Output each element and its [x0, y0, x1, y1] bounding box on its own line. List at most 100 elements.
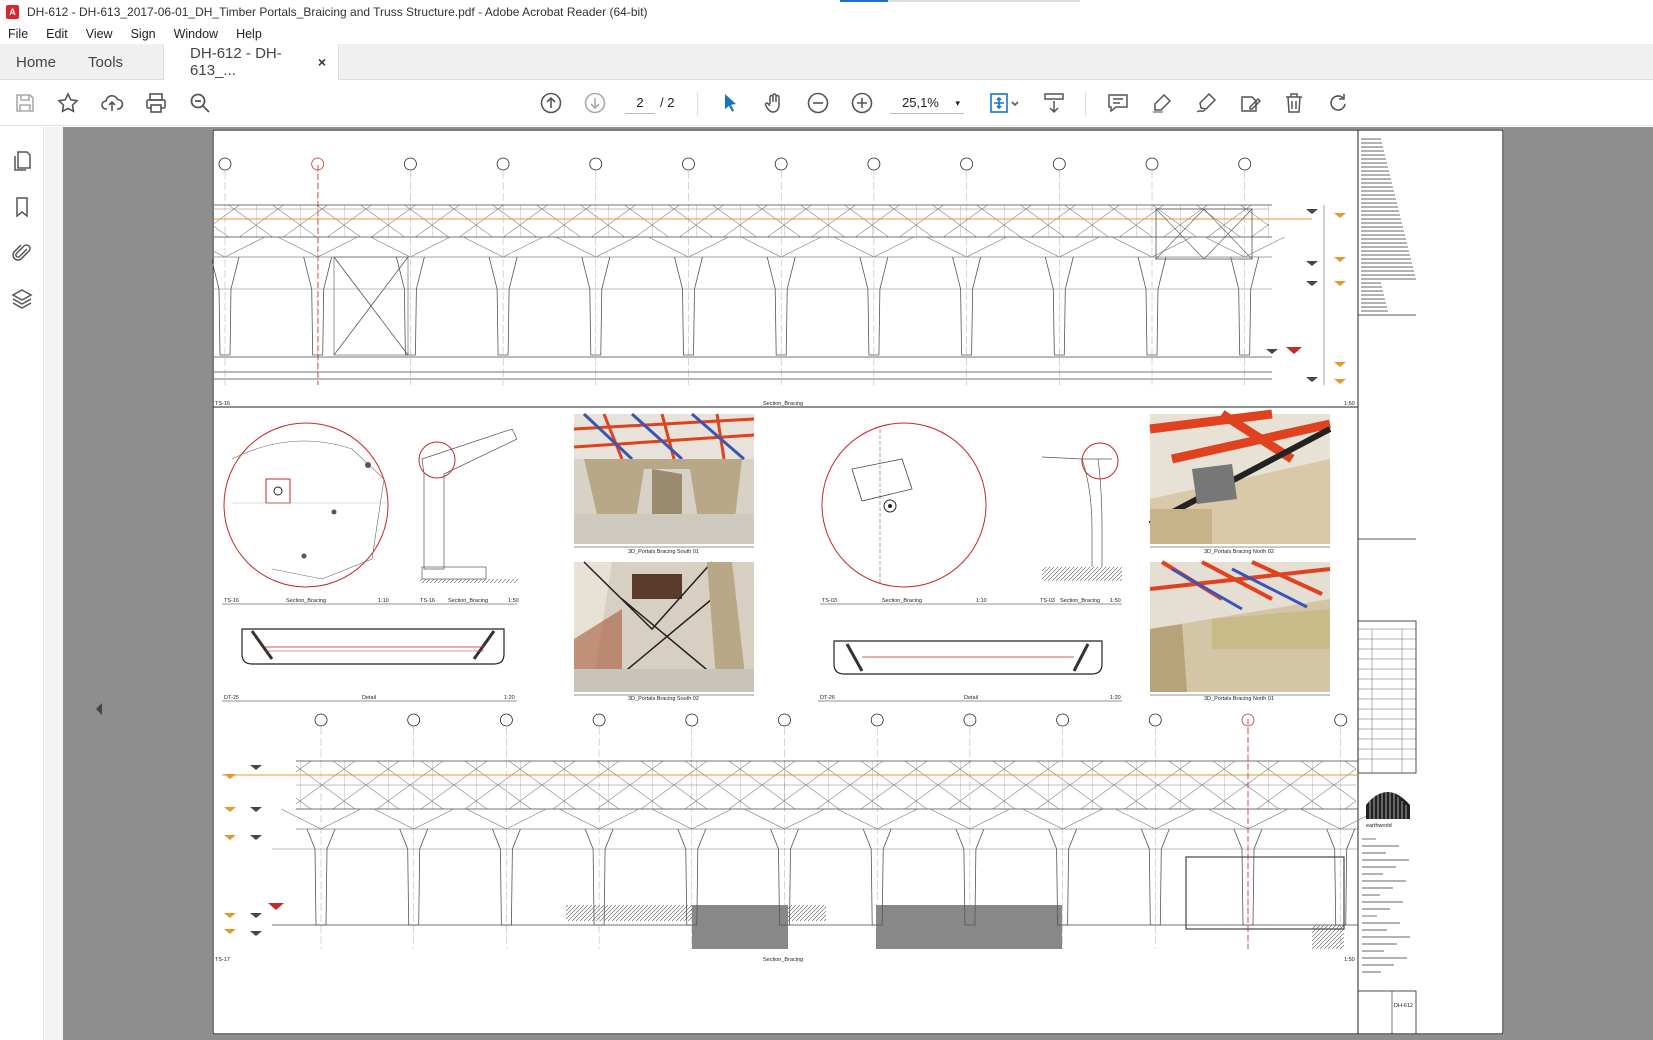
title-bar: A DH-612 - DH-613_2017-06-01_DH_Timber P… [0, 0, 1653, 24]
menu-sign[interactable]: Sign [131, 27, 156, 41]
menu-view[interactable]: View [86, 27, 113, 41]
detail-5-title: Section_Bracing [1060, 598, 1100, 604]
portal-column [212, 256, 240, 356]
render-south-01 [573, 412, 755, 544]
grid-bubble [685, 713, 699, 727]
delete-trash-icon[interactable] [1280, 89, 1308, 117]
top-section-id: TS-16 [215, 401, 230, 407]
bottom-section-scale: 1:50 [1344, 957, 1355, 963]
grid-bubble [1145, 157, 1159, 171]
render-north-01 [1149, 560, 1331, 692]
portal-brace [212, 236, 266, 258]
select-cursor-icon[interactable] [716, 89, 744, 117]
tab-document[interactable]: DH-612 - DH-613_... × [163, 44, 340, 80]
tab-tools[interactable]: Tools [72, 44, 139, 80]
grid-bubble [314, 713, 328, 727]
level-markers-left [224, 765, 284, 936]
detail-2-title: Section_Bracing [448, 598, 488, 604]
detail-6-title: Detail [964, 695, 978, 701]
grid-bubble [407, 713, 421, 727]
pdf-page[interactable]: TS-16 Section_Bracing 1:50 TS-16 Section… [212, 129, 1504, 1035]
grid-bubble [218, 157, 232, 171]
bottom-section-drawing: TS-17 Section_Bracing 1:50 [215, 713, 1381, 963]
detail-3-id: DT-25 [224, 695, 239, 701]
print-icon[interactable] [142, 89, 170, 117]
hand-tool-icon[interactable] [760, 89, 788, 117]
detail-group-north: TS-03 Section_Bracing 1:10 TS-03 Section… [818, 422, 1122, 702]
render-north-01-label: 3D_Portals Bracing North 01 [1204, 696, 1274, 702]
fill-sign-icon[interactable] [1236, 89, 1264, 117]
render-south-01-label: 3D_Portals Bracing South 01 [628, 549, 699, 555]
zoom-level-select[interactable]: 25,1% ▾ [890, 92, 964, 114]
grid-bubble [499, 713, 513, 727]
left-navigation-pane [0, 127, 44, 1040]
tab-document-label: DH-612 - DH-613_... [190, 45, 282, 79]
page-thumbnails-icon[interactable] [10, 149, 34, 173]
menu-help[interactable]: Help [236, 27, 262, 41]
bookmark-star-icon[interactable] [54, 89, 82, 117]
level-markers-right [1266, 205, 1346, 385]
detail-2-id: TS-16 [420, 598, 435, 604]
upload-cloud-icon[interactable] [98, 89, 126, 117]
render-south-02 [574, 561, 754, 692]
detail-3-title: Detail [362, 695, 376, 701]
toolbar-divider [1085, 92, 1086, 116]
detail-4-scale: 1:10 [976, 598, 987, 604]
render-north-02 [1148, 409, 1332, 544]
grid-bubble [1334, 713, 1348, 727]
main-toolbar: 2 / 2 25,1% ▾ [0, 80, 1653, 126]
grid-bubble [774, 157, 788, 171]
grid-bubble [778, 713, 791, 727]
grid-bubble [589, 157, 603, 171]
grid-bubble [496, 157, 510, 171]
grid-bubble [1052, 157, 1066, 171]
rotate-icon[interactable] [1324, 89, 1352, 117]
draw-sign-icon[interactable] [1192, 89, 1220, 117]
pane-edge [45, 127, 63, 1040]
menu-file[interactable]: File [8, 27, 28, 41]
find-zoom-icon[interactable] [186, 89, 214, 117]
grid-bubble [960, 157, 973, 171]
page-number-input[interactable]: 2 [625, 92, 655, 114]
save-icon[interactable] [11, 89, 39, 117]
detail-group-south: TS-16 Section_Bracing 1:10 TS-16 Section… [222, 422, 519, 702]
zoom-out-icon[interactable] [804, 89, 832, 117]
detail-1-title: Section_Bracing [286, 598, 326, 604]
grid-bubble [867, 157, 881, 171]
detail-3-scale: 1:20 [504, 695, 515, 701]
comment-icon[interactable] [1104, 89, 1132, 117]
zoom-in-icon[interactable] [848, 89, 876, 117]
detail-4-id: TS-03 [822, 598, 837, 604]
detail-5-scale: 1:50 [1110, 598, 1121, 604]
grid-bubble [403, 157, 417, 171]
earthworld-logo [1366, 787, 1410, 819]
detail-6-id: DT-26 [820, 695, 835, 701]
tab-bar: Home Tools DH-612 - DH-613_... × [0, 44, 1653, 80]
menu-bar: File Edit View Sign Window Help [0, 24, 1653, 44]
logo-wordmark: earthworld [1366, 823, 1392, 829]
layers-icon[interactable] [10, 287, 34, 311]
menu-edit[interactable]: Edit [46, 27, 68, 41]
top-section-scale: 1:50 [1344, 401, 1355, 407]
highlight-pen-icon[interactable] [1148, 89, 1176, 117]
previous-page-icon[interactable] [537, 89, 565, 117]
scroll-mode-icon[interactable] [1040, 89, 1068, 117]
grid-bubble [592, 713, 606, 727]
close-tab-icon[interactable]: × [318, 54, 326, 70]
menu-window[interactable]: Window [174, 27, 218, 41]
grid-bubble [682, 157, 695, 171]
window-title: DH-612 - DH-613_2017-06-01_DH_Timber Por… [27, 5, 648, 19]
title-track [888, 0, 1080, 2]
tab-home[interactable]: Home [0, 44, 72, 80]
sheet-number: DH-612 [1394, 1003, 1413, 1009]
collapse-pane-arrow-icon[interactable] [95, 702, 103, 716]
acrobat-icon: A [6, 5, 19, 19]
detail-2-scale: 1:50 [508, 598, 519, 604]
detail-1-id: TS-16 [224, 598, 239, 604]
attachments-paperclip-icon[interactable] [10, 241, 34, 265]
top-section-drawing: TS-16 Section_Bracing 1:50 [212, 157, 1358, 408]
detail-4-title: Section_Bracing [882, 598, 922, 604]
bookmarks-icon[interactable] [10, 195, 34, 219]
next-page-icon[interactable] [581, 89, 609, 117]
fit-page-icon[interactable] [985, 89, 1023, 117]
